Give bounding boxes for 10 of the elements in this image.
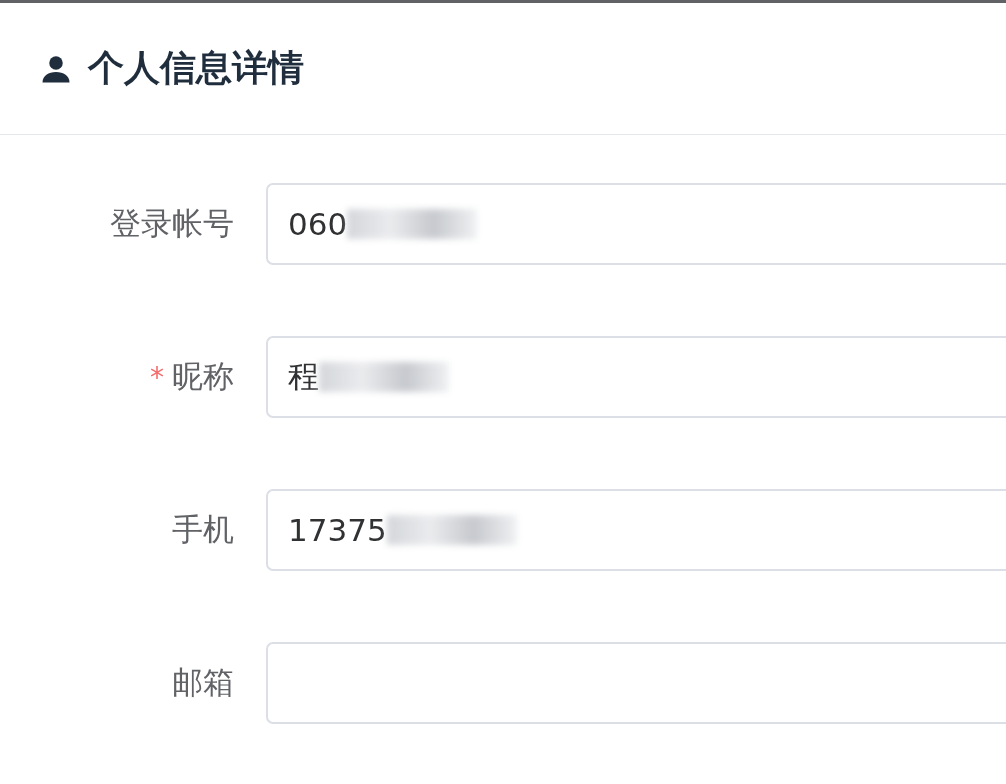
page-title: 个人信息详情 [88, 46, 304, 90]
required-mark: * [150, 360, 164, 394]
input-field[interactable] [266, 642, 1006, 724]
field-label: 邮箱 [172, 663, 234, 702]
field-label: 登录帐号 [110, 204, 234, 243]
input-field[interactable]: 060 [266, 183, 1006, 265]
field-label: 手机 [172, 510, 234, 549]
field-label: 昵称 [172, 357, 234, 396]
input-field[interactable]: 17375 [266, 489, 1006, 571]
input-field[interactable]: 程 [266, 336, 1006, 418]
